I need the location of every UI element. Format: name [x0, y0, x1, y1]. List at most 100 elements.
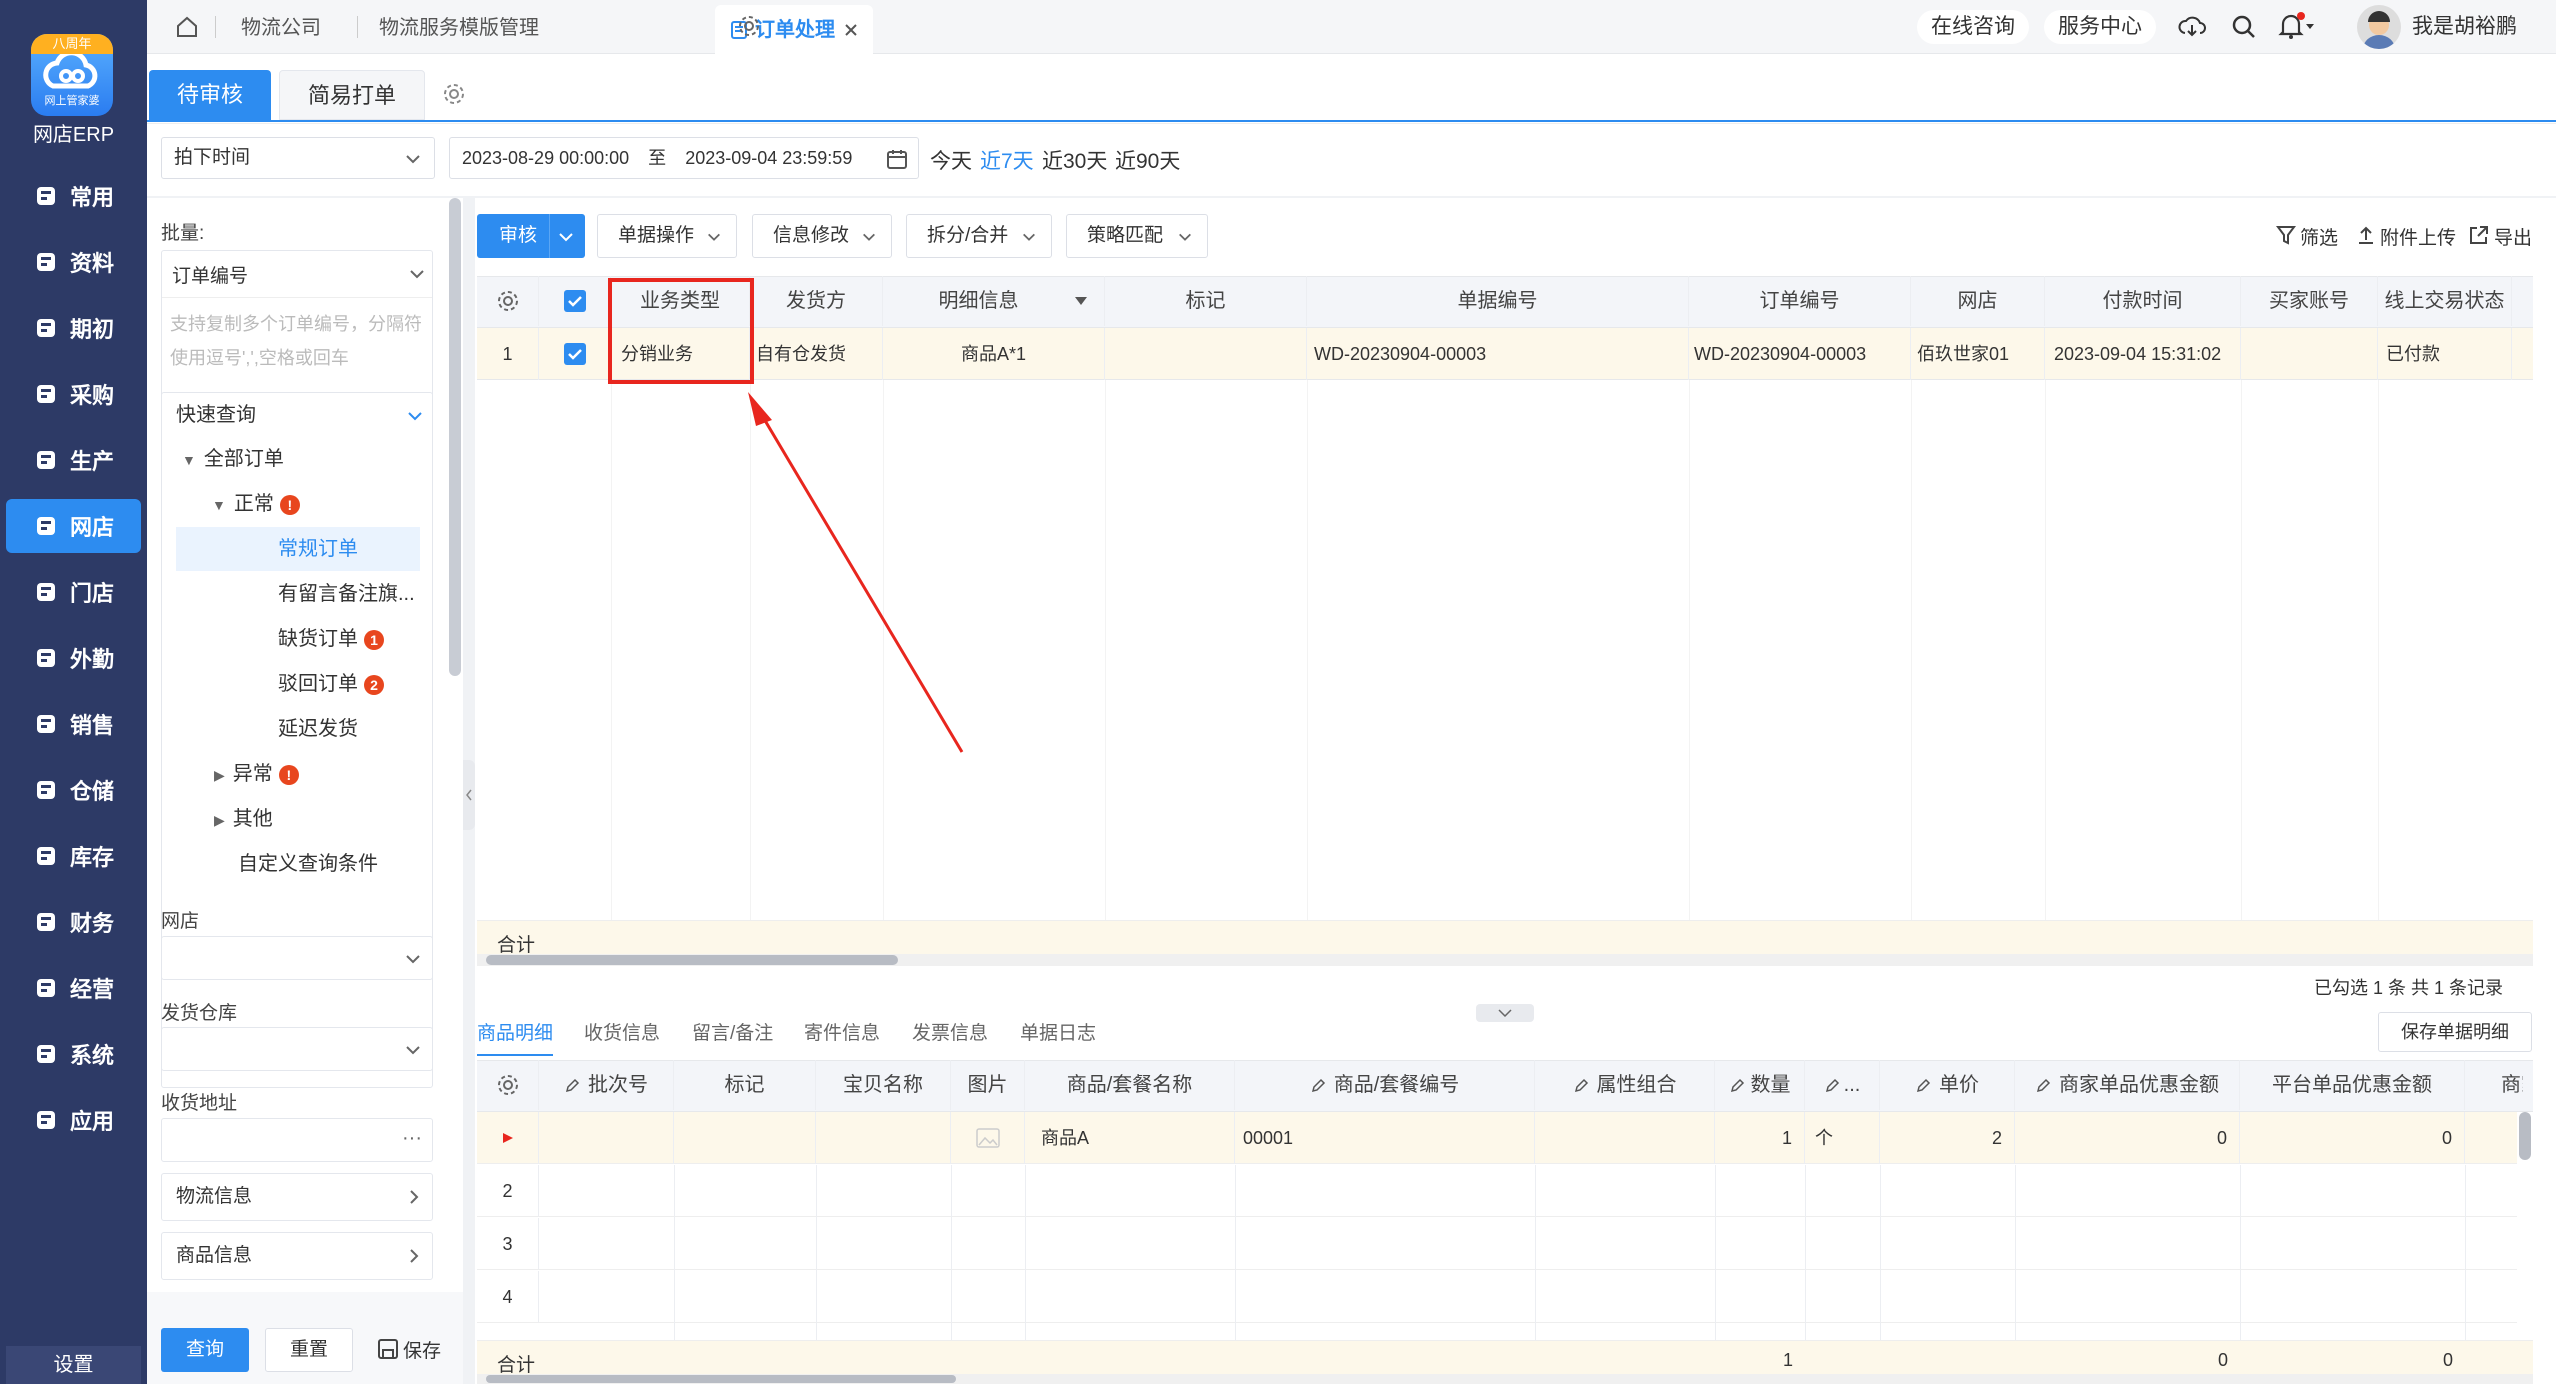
cell-merchant-discount[interactable]: 0 [2015, 1112, 2240, 1164]
col-mark[interactable]: 标记 [674, 1060, 816, 1110]
panel-toggle[interactable] [1476, 1004, 1534, 1022]
column-settings[interactable] [477, 1060, 539, 1110]
nav-item-12[interactable]: 经营 [0, 961, 147, 1015]
table-row[interactable] [539, 1218, 2517, 1270]
tree-other[interactable]: ▶ 其他 [214, 797, 273, 841]
tree-custom-query[interactable]: 自定义查询条件 [238, 842, 378, 886]
goods-info-row[interactable]: 商品信息 [161, 1232, 433, 1280]
nav-item-8[interactable]: 销售 [0, 697, 147, 751]
batch-field-value[interactable]: 订单编号 [172, 261, 248, 288]
gear-icon[interactable] [737, 14, 761, 38]
cell-unit[interactable]: 个 [1805, 1112, 1880, 1164]
chevron-down-icon[interactable] [406, 407, 424, 425]
col-shop[interactable]: 网店 [1911, 276, 2045, 326]
column-settings[interactable] [477, 276, 539, 326]
cloud-download-icon[interactable] [2177, 12, 2207, 42]
quick-30days[interactable]: 近30天 [1042, 145, 1107, 175]
nav-item-9[interactable]: 仓储 [0, 763, 147, 817]
col-detail-info[interactable]: 明细信息 [883, 276, 1105, 326]
strategy-match-menu[interactable]: 策略匹配 [1066, 214, 1208, 258]
split-merge-menu[interactable]: 拆分/合并 [906, 214, 1052, 258]
warehouse-select[interactable] [161, 1027, 433, 1071]
tree-reject-orders[interactable]: 驳回订单 2 [278, 662, 384, 706]
collapse-handle[interactable] [463, 760, 475, 830]
bell-icon[interactable] [2277, 11, 2317, 41]
tree-delay-orders[interactable]: 延迟发货 [278, 707, 358, 751]
tree-abnormal[interactable]: ▶ 异常! [214, 752, 299, 796]
sidebar-scrollbar[interactable] [449, 198, 461, 676]
nav-settings[interactable]: 设置 [6, 1346, 141, 1384]
nav-item-2[interactable]: 期初 [0, 301, 147, 355]
cell-quantity[interactable]: 1 [1715, 1112, 1805, 1164]
address-select[interactable]: ··· [161, 1118, 433, 1162]
nav-item-10[interactable]: 库存 [0, 829, 147, 883]
tab-simple-print[interactable]: 简易打单 [279, 70, 425, 120]
detail-scrollbar-thumb[interactable] [486, 1375, 956, 1383]
tab-invoice-info[interactable]: 发票信息 [912, 1012, 988, 1056]
tab-sender-info[interactable]: 寄件信息 [804, 1012, 880, 1056]
user-name[interactable]: 我是胡裕鹏 [2412, 12, 2517, 42]
col-quantity[interactable]: 数量 [1715, 1060, 1805, 1110]
logistics-info-row[interactable]: 物流信息 [161, 1173, 433, 1221]
batch-input[interactable]: 支持复制多个订单编号，分隔符使用逗号',',空格或回车 [170, 307, 426, 375]
save-icon[interactable] [377, 1338, 399, 1360]
tree-all-orders[interactable]: ▼ 全部订单 [182, 437, 284, 481]
col-batch-no[interactable]: 批次号 [539, 1060, 674, 1110]
reset-button[interactable]: 重置 [265, 1328, 353, 1372]
online-consult-button[interactable]: 在线咨询 [1917, 10, 2029, 44]
filter-button[interactable]: 筛选 [2300, 223, 2338, 250]
col-attribute[interactable]: 属性组合 [1535, 1060, 1715, 1110]
col-goods-name[interactable]: 商品/套餐名称 [1025, 1060, 1235, 1110]
upload-icon[interactable] [2356, 224, 2376, 246]
nav-item-0[interactable]: 常用 [0, 169, 147, 223]
close-icon[interactable] [843, 22, 859, 38]
export-icon[interactable] [2468, 224, 2490, 246]
upload-button[interactable]: 附件上传 [2380, 223, 2456, 250]
col-item-name[interactable]: 宝贝名称 [816, 1060, 951, 1110]
col-bill-no[interactable]: 单据编号 [1307, 276, 1689, 326]
info-edit-menu[interactable]: 信息修改 [752, 214, 892, 258]
query-button[interactable]: 查询 [161, 1328, 249, 1372]
nav-item-1[interactable]: 资料 [0, 235, 147, 289]
service-center-button[interactable]: 服务中心 [2044, 10, 2156, 44]
chevron-down-icon[interactable] [408, 265, 426, 283]
table-row[interactable] [539, 1165, 2517, 1217]
col-pay-time[interactable]: 付款时间 [2045, 276, 2241, 326]
tree-remark-orders[interactable]: 有留言备注旗... [278, 572, 415, 616]
export-button[interactable]: 导出 [2494, 223, 2532, 250]
nav-item-4[interactable]: 生产 [0, 433, 147, 487]
quick-7days[interactable]: 近7天 [980, 145, 1034, 175]
tab-remark[interactable]: 留言/备注 [692, 1012, 773, 1056]
select-all-checkbox[interactable] [539, 276, 611, 326]
col-platform-discount[interactable]: 平台单品优惠金额 [2240, 1060, 2465, 1110]
time-type-select[interactable]: 拍下时间 [161, 137, 435, 179]
date-range-picker[interactable]: 2023-08-29 00:00:00 至 2023-09-04 23:59:5… [449, 137, 919, 179]
filter-icon[interactable] [2276, 224, 2296, 246]
nav-item-6[interactable]: 门店 [0, 565, 147, 619]
col-merchant-more[interactable]: 商家 [2465, 1060, 2523, 1110]
save-detail-button[interactable]: 保存单据明细 [2378, 1012, 2532, 1052]
horizontal-scrollbar-thumb[interactable] [486, 955, 898, 965]
col-unit-price[interactable]: 单价 [1880, 1060, 2015, 1110]
table-row[interactable] [539, 1271, 2517, 1323]
tab-pending-review[interactable]: 待审核 [149, 70, 271, 120]
row-checkbox[interactable] [539, 328, 611, 380]
save-filter-button[interactable]: 保存 [403, 1336, 441, 1363]
nav-item-11[interactable]: 财务 [0, 895, 147, 949]
col-buyer[interactable]: 买家账号 [2241, 276, 2378, 326]
avatar[interactable] [2357, 5, 2401, 49]
bill-operation-menu[interactable]: 单据操作 [597, 214, 737, 258]
nav-item-7[interactable]: 外勤 [0, 631, 147, 685]
nav-item-5[interactable]: 网店 [6, 499, 141, 553]
tab-receiver-info[interactable]: 收货信息 [584, 1012, 660, 1056]
col-merchant-discount[interactable]: 商家单品优惠金额 [2015, 1060, 2240, 1110]
gear-icon[interactable] [442, 82, 466, 106]
cell-unit-price[interactable]: 2 [1880, 1112, 2015, 1164]
col-order-no[interactable]: 订单编号 [1689, 276, 1911, 326]
tab-logistics-company[interactable]: 物流公司 [241, 0, 321, 54]
tab-goods-detail[interactable]: 商品明细 [477, 1012, 554, 1056]
nav-item-14[interactable]: 应用 [0, 1093, 147, 1147]
search-icon[interactable] [2230, 13, 2258, 41]
image-placeholder-icon[interactable] [951, 1112, 1025, 1164]
col-goods-code[interactable]: 商品/套餐编号 [1235, 1060, 1535, 1110]
